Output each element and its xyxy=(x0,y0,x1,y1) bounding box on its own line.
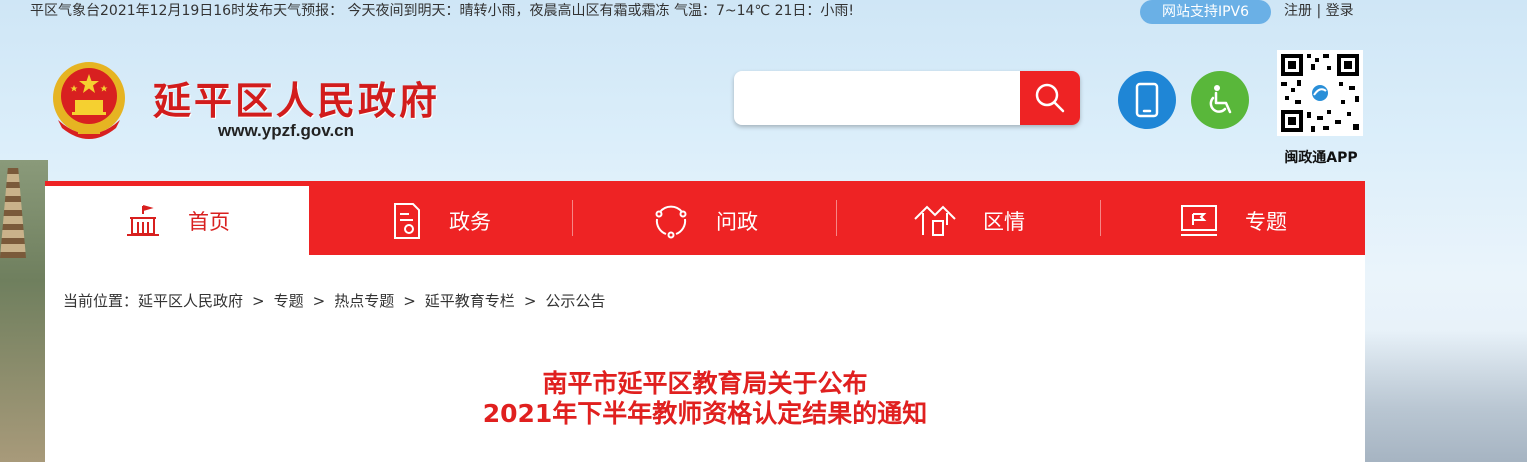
background-mountains-right xyxy=(1365,330,1527,462)
search-button[interactable] xyxy=(1020,71,1080,125)
wheelchair-icon xyxy=(1209,85,1232,114)
breadcrumb-separator: > xyxy=(403,292,416,310)
article-title-line1: 南平市延平区教育局关于公布 xyxy=(542,369,868,398)
nav-item-affairs[interactable]: 政务 xyxy=(309,186,573,255)
top-bar: 平区气象台2021年12月19日16时发布天气预报： 今天夜间到明天：晴转小雨，… xyxy=(0,0,1527,24)
breadcrumb-item[interactable]: 热点专题 xyxy=(334,292,394,310)
article-title: 南平市延平区教育局关于公布 2021年下半年教师资格认定结果的通知 xyxy=(45,369,1365,429)
login-link[interactable]: 登录 xyxy=(1326,3,1354,19)
auth-links: 注册 | 登录 xyxy=(1284,0,1354,22)
qr-label: 闽政通APP xyxy=(1284,150,1358,166)
nav-item-district[interactable]: 区情 xyxy=(837,186,1101,255)
article-title-line2: 2021年下半年教师资格认定结果的通知 xyxy=(482,399,928,428)
search-box xyxy=(734,71,1080,125)
nav-label-home: 首页 xyxy=(188,209,230,234)
auth-divider: | xyxy=(1316,3,1322,19)
breadcrumb-item[interactable]: 公示公告 xyxy=(545,292,605,310)
monitor-flag-icon xyxy=(1181,204,1217,236)
mobile-version-button[interactable] xyxy=(1118,71,1176,129)
breadcrumb-prefix: 当前位置： xyxy=(63,292,139,310)
nav-label-affairs: 政务 xyxy=(449,209,491,234)
document-icon xyxy=(394,202,420,239)
breadcrumb-separator: > xyxy=(252,292,265,310)
site-title[interactable]: 延平区人民政府 xyxy=(153,70,440,125)
chat-cycle-icon xyxy=(655,205,687,238)
nav-label-inquiry: 问政 xyxy=(716,209,758,234)
breadcrumb: 当前位置：延平区人民政府 > 专题 > 热点专题 > 延平教育专栏 > 公示公告 xyxy=(63,290,605,311)
breadcrumb-item[interactable]: 延平教育专栏 xyxy=(425,292,515,310)
ipv6-badge: 网站支持IPV6 xyxy=(1140,0,1271,24)
accessibility-button[interactable] xyxy=(1191,71,1249,129)
nav-item-topics[interactable]: 专题 xyxy=(1101,186,1365,255)
nav-item-home[interactable]: 首页 xyxy=(45,186,309,255)
home-building-icon xyxy=(127,204,159,236)
register-link[interactable]: 注册 xyxy=(1284,3,1312,19)
search-icon xyxy=(1035,83,1065,113)
mobile-phone-icon xyxy=(1135,82,1159,118)
qr-code-image xyxy=(1277,50,1363,136)
breadcrumb-item[interactable]: 延平区人民政府 xyxy=(138,292,243,310)
search-input[interactable] xyxy=(734,71,1020,125)
breadcrumb-separator: > xyxy=(312,292,326,310)
nav-label-district: 区情 xyxy=(983,209,1025,234)
main-content: 当前位置：延平区人民政府 > 专题 > 热点专题 > 延平教育专栏 > 公示公告 南平市延平区教… xyxy=(45,255,1365,462)
breadcrumb-item[interactable]: 专题 xyxy=(274,292,304,310)
main-nav: 首页 政务 问政 区情 专题 xyxy=(45,181,1365,255)
landscape-icon xyxy=(914,205,956,236)
nav-label-topics: 专题 xyxy=(1245,209,1287,234)
nav-item-inquiry[interactable]: 问政 xyxy=(573,186,837,255)
breadcrumb-separator: > xyxy=(523,292,537,310)
site-url: www.ypzf.gov.cn xyxy=(218,121,355,140)
national-emblem-logo xyxy=(48,58,130,144)
weather-ticker: 平区气象台2021年12月19日16时发布天气预报： 今天夜间到明天：晴转小雨，… xyxy=(30,3,855,19)
